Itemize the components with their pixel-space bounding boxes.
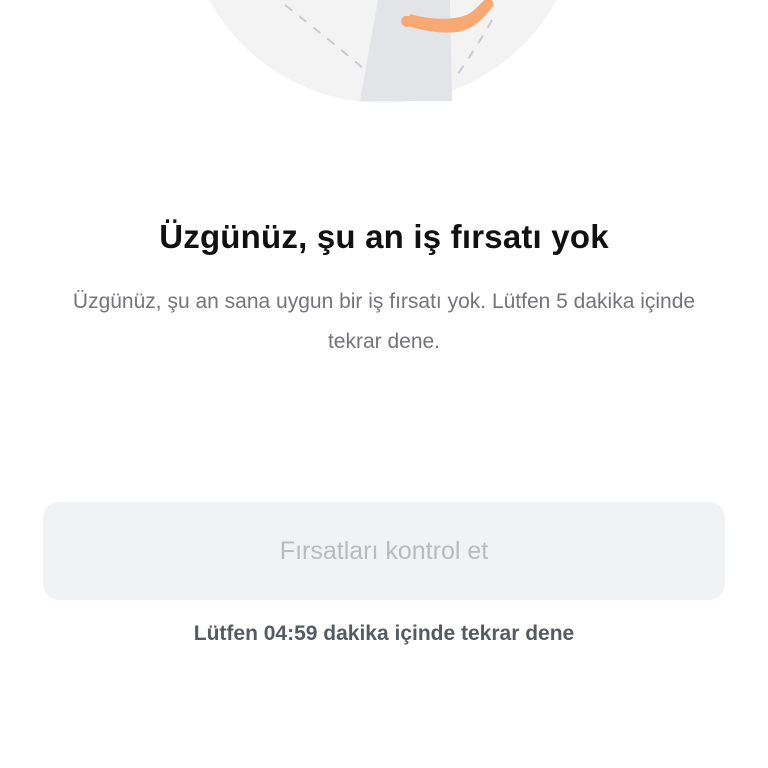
retry-countdown-text: Lütfen 04:59 dakika içinde tekrar dene xyxy=(193,622,575,645)
check-opportunities-button[interactable]: Fırsatları kontrol et xyxy=(43,502,725,600)
no-jobs-screen: Üzgünüz, şu an iş fırsatı yok Üzgünüz, ş… xyxy=(0,0,768,768)
page-title: Üzgünüz, şu an iş fırsatı yok xyxy=(159,218,609,255)
illustration-hand xyxy=(401,16,414,27)
empty-state-message: Üzgünüz, şu an sana uygun bir iş fırsatı… xyxy=(72,290,696,353)
person-illustration-icon xyxy=(209,0,557,103)
